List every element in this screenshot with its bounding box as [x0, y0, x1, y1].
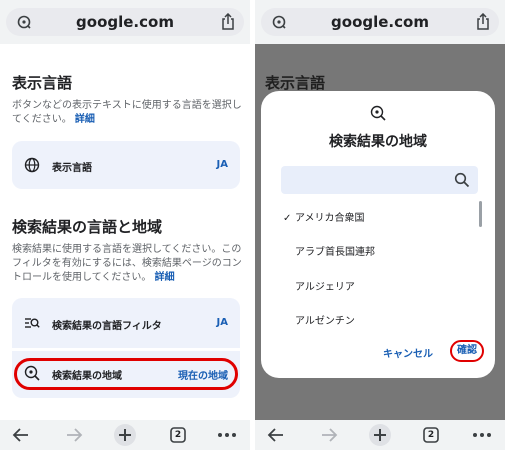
tab-switcher-button[interactable]: 2 [420, 424, 442, 446]
site-settings-icon[interactable] [16, 14, 32, 30]
display-language-learn-more-link[interactable]: 詳細 [75, 114, 95, 125]
more-icon [218, 433, 236, 437]
dialog-title: 検索結果の地域 [329, 134, 427, 150]
back-button[interactable] [265, 424, 287, 446]
region-option[interactable]: ✓ アメリカ合衆国 [283, 209, 365, 224]
plus-icon [119, 429, 131, 441]
forward-arrow-icon [322, 428, 338, 442]
region-search-box[interactable] [281, 166, 478, 194]
region-option[interactable]: アルゼンチン [283, 312, 355, 327]
left-screen: google.com 表示言語 ボタンなどの表示テキストに使用する言語を選択して… [0, 0, 250, 450]
forward-button[interactable] [318, 424, 340, 446]
search-settings-heading: 検索結果の言語と地域 [12, 218, 163, 236]
display-language-row[interactable]: 表示言語 JA [12, 141, 240, 189]
share-icon[interactable] [220, 13, 236, 31]
display-language-label: 表示言語 [52, 163, 92, 174]
more-button[interactable] [216, 424, 238, 446]
language-filter-row[interactable]: 検索結果の言語フィルタ JA [12, 298, 240, 348]
url-text[interactable]: google.com [291, 13, 469, 31]
region-row-highlight [14, 358, 238, 390]
display-language-description-text: ボタンなどの表示テキストに使用する言語を選択してください。 [12, 100, 242, 125]
confirm-button[interactable]: 確認 [450, 340, 484, 362]
tab-switcher-button[interactable]: 2 [167, 424, 189, 446]
search-settings-learn-more-link[interactable]: 詳細 [155, 272, 175, 283]
modal-scrim[interactable]: 表示言語 検索結果の地域 ✓ アメリカ合衆国 アラブ首長国連邦 アルジェリア ア… [255, 44, 505, 420]
region-option-label: アルゼンチン [295, 316, 355, 327]
new-tab-button[interactable] [369, 424, 391, 446]
more-button[interactable] [471, 424, 493, 446]
list-scrollbar[interactable] [479, 201, 482, 227]
region-search-icon [370, 105, 386, 121]
region-dialog: 検索結果の地域 ✓アメリカ合衆国 アラブ首長国連邦 アルジェリア アルゼンチン [261, 91, 495, 378]
language-filter-value: JA [216, 317, 228, 328]
share-icon[interactable] [475, 13, 491, 31]
url-text[interactable]: google.com [36, 13, 214, 31]
back-button[interactable] [10, 424, 32, 446]
forward-arrow-icon [67, 428, 83, 442]
region-option[interactable]: アラブ首長国連邦 [283, 243, 375, 258]
display-language-value: JA [216, 159, 228, 170]
new-tab-button[interactable] [114, 424, 136, 446]
check-icon: ✓ [283, 213, 292, 224]
back-arrow-icon [12, 428, 28, 442]
search-settings-description-text: 検索結果に使用する言語を選択してください。このフィルタを有効にするには、検索結果… [12, 244, 242, 283]
site-settings-icon[interactable] [271, 14, 287, 30]
bottom-toolbar: 2 [255, 420, 505, 450]
forward-button[interactable] [63, 424, 85, 446]
settings-content: 表示言語 ボタンなどの表示テキストに使用する言語を選択してください。 詳細 表示… [0, 44, 250, 420]
region-option[interactable]: アルジェリア [283, 278, 355, 293]
more-icon [473, 433, 491, 437]
back-arrow-icon [267, 428, 283, 442]
search-icon[interactable] [454, 172, 470, 188]
address-bar: google.com [255, 0, 505, 44]
region-option-label: アメリカ合衆国 [295, 213, 365, 224]
region-search-input[interactable] [285, 170, 445, 190]
bottom-toolbar: 2 [0, 420, 250, 450]
search-settings-description: 検索結果に使用する言語を選択してください。このフィルタを有効にするには、検索結果… [12, 243, 242, 285]
url-pill[interactable]: google.com [261, 8, 499, 36]
address-bar: google.com [0, 0, 250, 44]
region-option-label: アラブ首長国連邦 [295, 247, 375, 258]
url-pill[interactable]: google.com [6, 8, 244, 36]
tab-count: 2 [174, 430, 182, 440]
display-language-heading: 表示言語 [12, 74, 73, 92]
cancel-button[interactable]: キャンセル [383, 345, 433, 360]
dimmed-heading: 表示言語 [265, 74, 326, 92]
plus-icon [374, 429, 386, 441]
language-filter-label: 検索結果の言語フィルタ [52, 321, 162, 332]
region-option-label: アルジェリア [295, 282, 355, 293]
tab-count: 2 [427, 430, 435, 440]
right-screen: google.com 表示言語 検索結果の地域 ✓ アメリカ合衆国 アラブ首長国… [255, 0, 505, 450]
globe-icon [24, 157, 40, 173]
language-filter-icon [25, 318, 40, 328]
display-language-description: ボタンなどの表示テキストに使用する言語を選択してください。 詳細 [12, 99, 242, 127]
